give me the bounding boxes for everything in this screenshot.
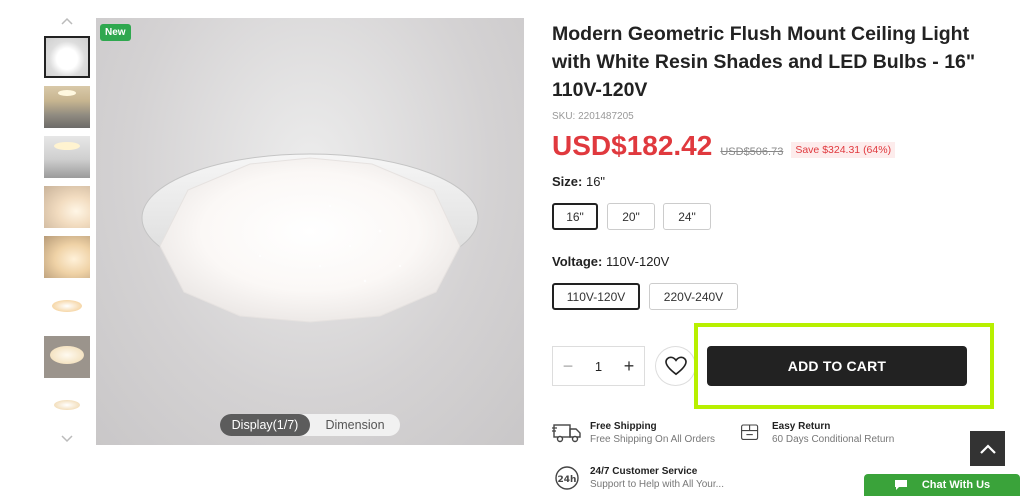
main-product-image: New Display(1/7) Dimension [96,18,524,445]
quantity-decrease-button[interactable]: − [553,356,583,377]
wishlist-button[interactable] [655,346,696,386]
thumbnail-down-arrow-icon[interactable] [58,432,76,446]
voltage-option-110[interactable]: 110V-120V [552,283,640,310]
size-label: Size: [552,174,583,189]
original-price: USD$506.73 [720,146,784,158]
thumbnail-3[interactable] [44,136,90,178]
chat-bubble-icon [894,480,907,490]
price-row: USD$182.42 USD$506.73 Save $324.31 (64%) [552,130,896,162]
image-view-toggle: Display(1/7) Dimension [220,414,400,436]
product-title: Modern Geometric Flush Mount Ceiling Lig… [552,23,976,101]
quantity-value[interactable]: 1 [583,359,614,374]
feature-free-shipping: Free Shipping Free Shipping On All Order… [552,420,715,446]
voltage-label-row: Voltage: 110V-120V [552,254,669,269]
thumbnail-8[interactable] [44,386,90,428]
thumbnail-2[interactable] [44,86,90,128]
chat-label: Chat With Us [921,479,991,491]
thumbnail-7[interactable] [44,336,90,378]
chevron-up-icon [979,443,996,454]
svg-text:24h: 24h [558,475,577,485]
size-label-row: Size: 16" [552,174,605,189]
new-badge: New [100,24,131,41]
return-box-icon [741,424,759,440]
feature-title: Easy Return [772,421,831,432]
current-price: USD$182.42 [552,130,713,161]
size-value: 16" [585,174,606,189]
thumbnail-up-arrow-icon[interactable] [58,14,76,28]
chat-with-us-button[interactable]: Chat With Us [864,474,1020,496]
feature-subtitle: 60 Days Conditional Return [772,434,895,445]
heart-icon [664,356,687,376]
quantity-stepper: − 1 + [552,346,645,386]
feature-subtitle: Free Shipping On All Orders [590,434,716,445]
size-option-20[interactable]: 20" [607,203,655,230]
feature-easy-return: Easy Return 60 Days Conditional Return [740,420,894,446]
thumbnail-1[interactable] [44,36,90,78]
thumbnail-4[interactable] [44,186,90,228]
voltage-option-220[interactable]: 220V-240V [649,283,738,310]
product-sku: SKU: 2201487205 [552,111,634,122]
back-to-top-button[interactable] [970,431,1005,466]
thumbnail-strip [44,14,90,446]
ceiling-light-image [141,153,479,323]
24h-service-icon: 24h [555,466,579,490]
size-option-16[interactable]: 16" [552,203,598,230]
feature-title: 24/7 Customer Service [590,466,698,477]
display-tab[interactable]: Display(1/7) [220,414,310,436]
feature-title: Free Shipping [590,421,657,432]
dimension-tab[interactable]: Dimension [310,414,400,436]
thumbnail-5[interactable] [44,236,90,278]
feature-subtitle: Support to Help with All Your... [590,479,724,490]
add-to-cart-button[interactable]: ADD TO CART [707,346,967,386]
truck-icon [552,424,581,443]
voltage-value: 110V-120V [605,254,670,269]
feature-customer-service: 24h 24/7 Customer Service Support to Hel… [552,465,724,491]
size-option-24[interactable]: 24" [663,203,711,230]
quantity-increase-button[interactable]: + [614,356,644,377]
thumbnail-6[interactable] [44,286,90,328]
savings-badge: Save $324.31 (64%) [791,142,896,158]
voltage-label: Voltage: [552,254,603,269]
